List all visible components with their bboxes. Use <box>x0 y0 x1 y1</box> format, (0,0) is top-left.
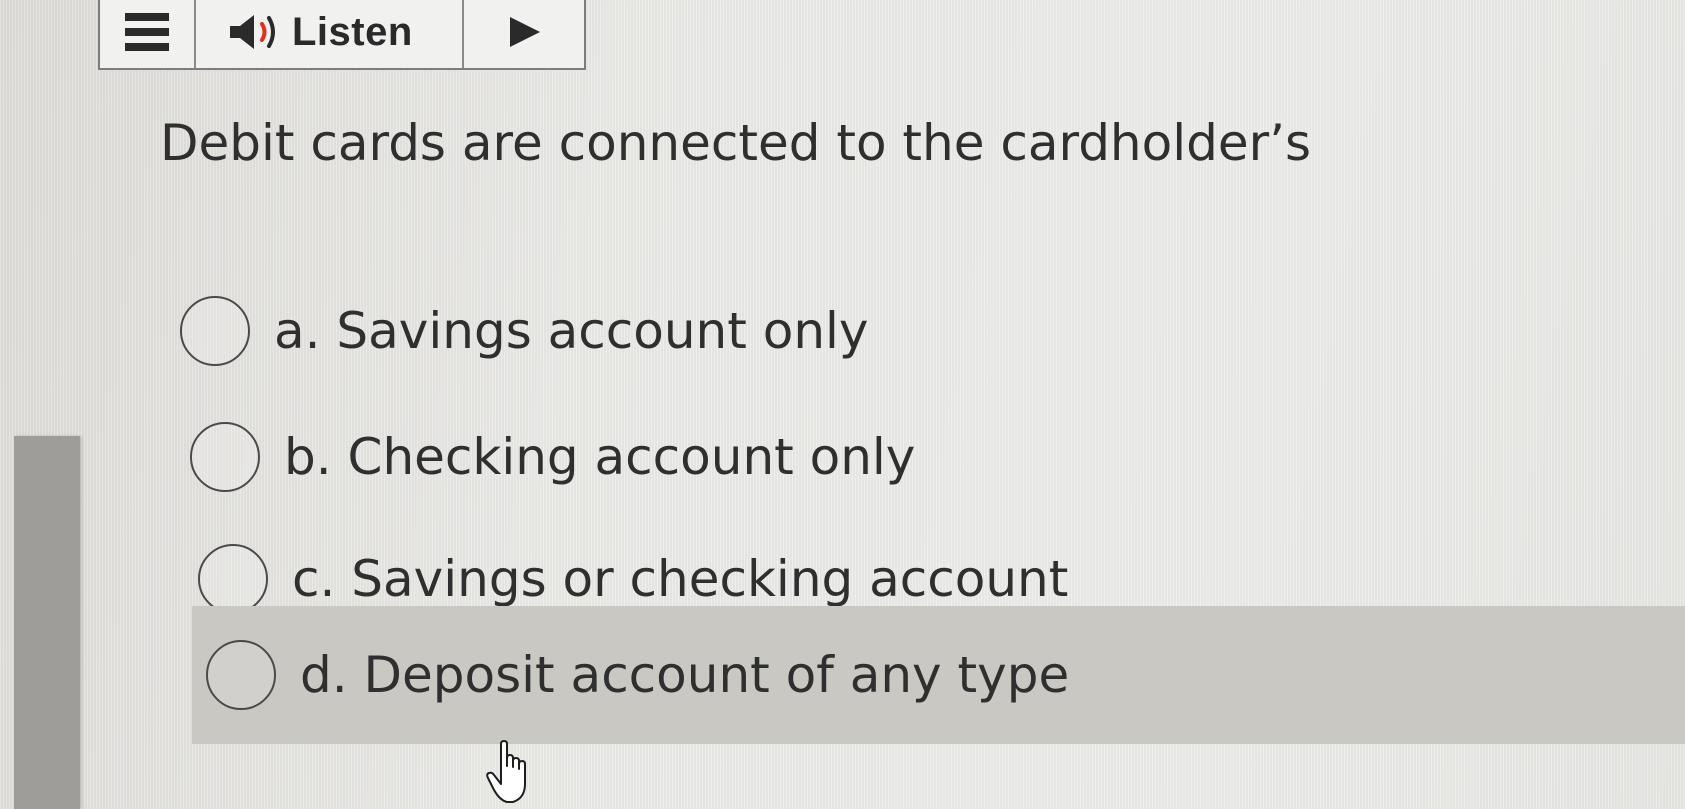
radio-button[interactable] <box>198 544 268 614</box>
answer-option-a[interactable]: a. Savings account only <box>180 272 869 390</box>
option-label: d. Deposit account of any type <box>300 646 1070 704</box>
answer-option-b[interactable]: b. Checking account only <box>190 398 915 516</box>
radio-button[interactable] <box>180 296 250 366</box>
option-label: b. Checking account only <box>284 428 916 486</box>
listen-label: Listen <box>292 9 413 54</box>
hamburger-menu-icon <box>125 13 169 51</box>
speaker-icon <box>230 15 275 49</box>
play-button[interactable] <box>464 0 584 68</box>
left-side-panel-edge <box>14 436 80 809</box>
option-label: a. Savings account only <box>274 302 869 360</box>
menu-button[interactable] <box>100 0 196 68</box>
radio-button[interactable] <box>190 422 260 492</box>
read-aloud-toolbar: Listen <box>98 0 586 70</box>
radio-button[interactable] <box>206 640 276 710</box>
play-icon <box>510 17 540 47</box>
answer-option-d[interactable]: d. Deposit account of any type <box>192 606 1685 744</box>
question-text: Debit cards are connected to the cardhol… <box>160 114 1312 172</box>
option-label: c. Savings or checking account <box>292 550 1069 608</box>
hand-pointer-icon <box>486 740 526 803</box>
listen-button[interactable]: Listen <box>196 0 464 68</box>
